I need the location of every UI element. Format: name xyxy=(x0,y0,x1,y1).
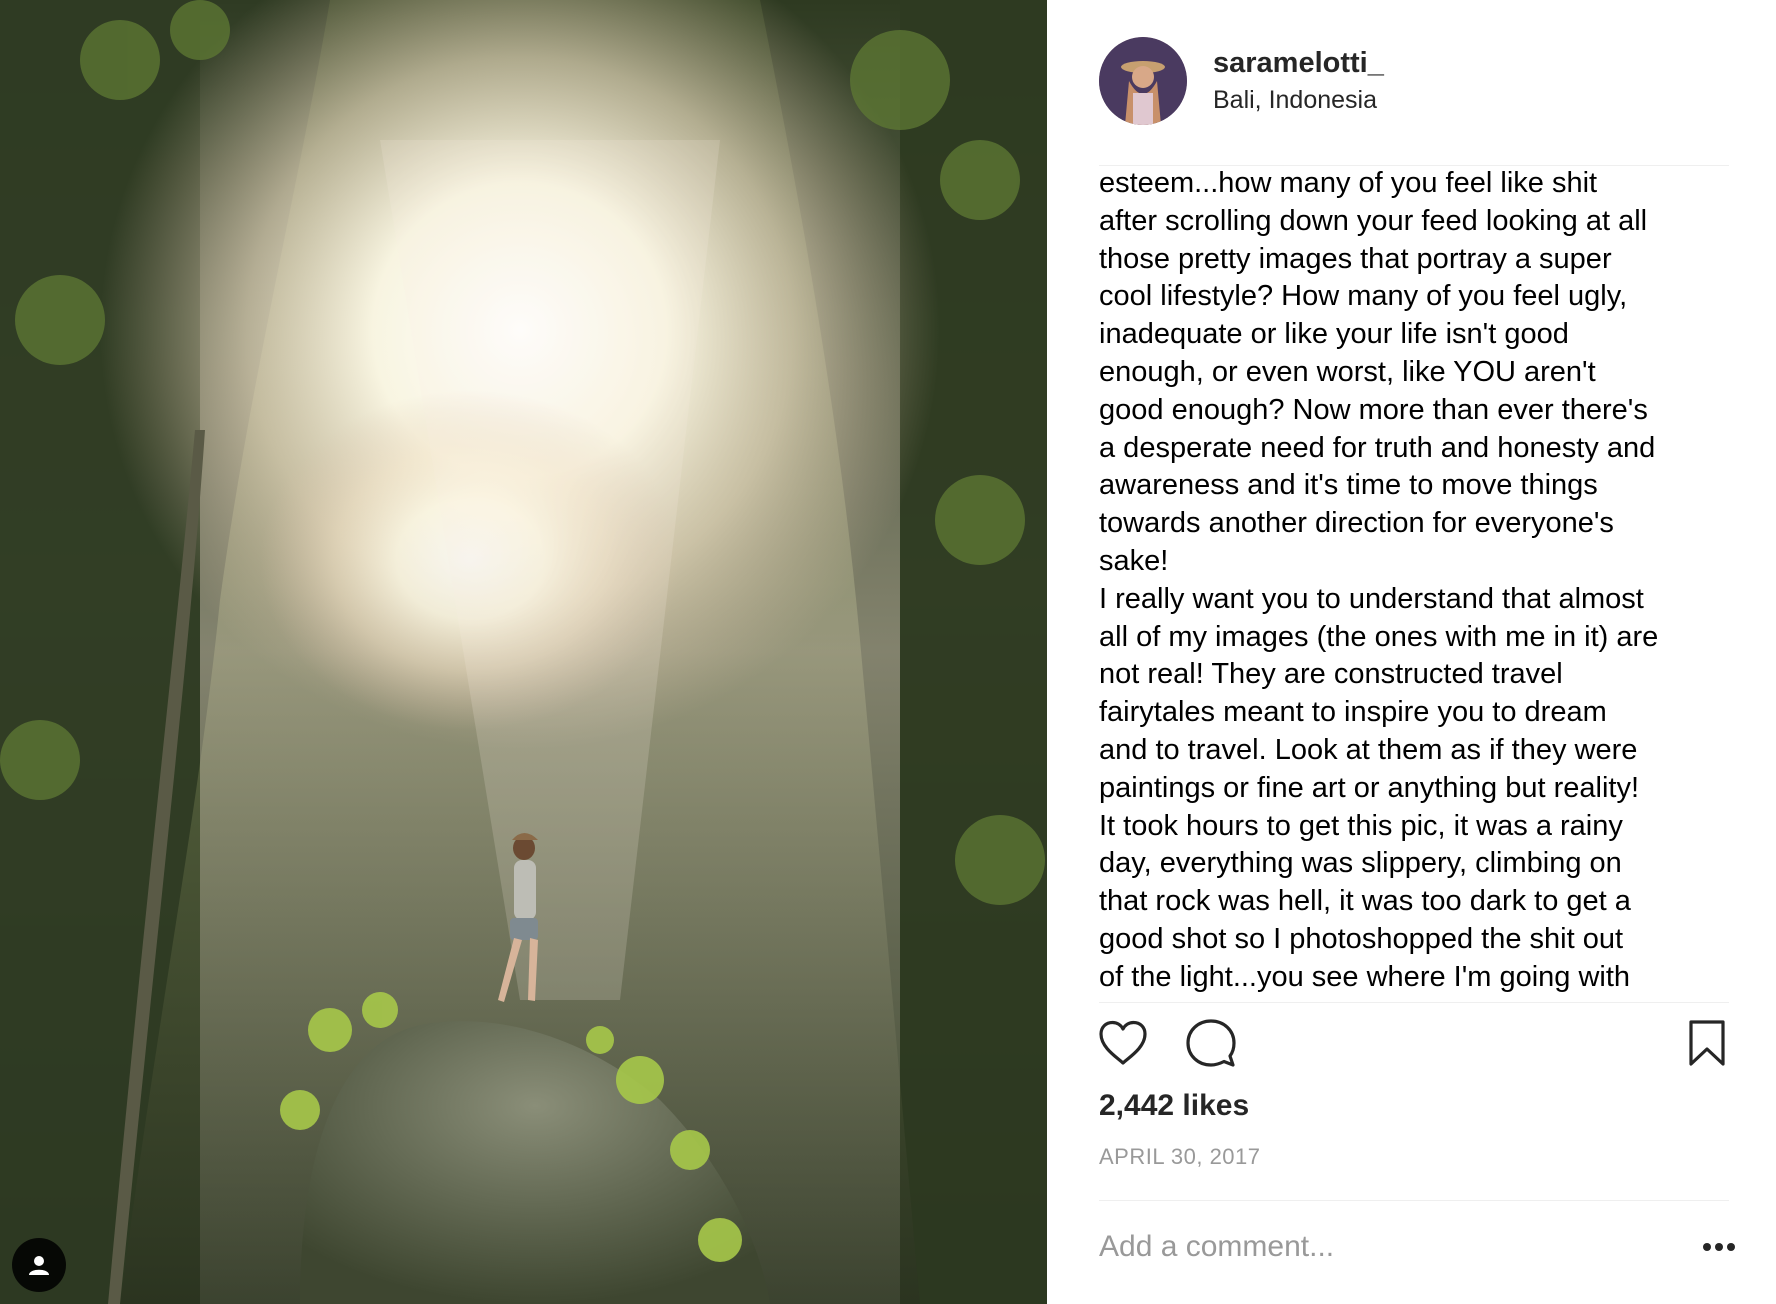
avatar-image xyxy=(1099,37,1187,125)
location-link[interactable]: Bali, Indonesia xyxy=(1213,83,1384,117)
like-button[interactable] xyxy=(1095,1015,1151,1071)
bookmark-icon xyxy=(1689,1020,1725,1066)
instagram-post: saramelotti_ Bali, Indonesia esteem...ho… xyxy=(0,0,1776,1304)
post-sidebar: saramelotti_ Bali, Indonesia esteem...ho… xyxy=(1047,0,1776,1304)
jungle-photo-illustration xyxy=(0,0,1047,1304)
likes-count[interactable]: 2,442 likes xyxy=(1099,1086,1249,1126)
caption-scroll-area[interactable]: esteem...how many of you feel like shit … xyxy=(1099,165,1739,995)
heart-icon xyxy=(1099,1020,1147,1065)
header-text: saramelotti_ Bali, Indonesia xyxy=(1213,45,1384,117)
comment-divider xyxy=(1099,1200,1729,1201)
user-tag-icon[interactable] xyxy=(12,1238,66,1292)
caption-divider xyxy=(1099,1002,1729,1003)
post-header: saramelotti_ Bali, Indonesia xyxy=(1099,36,1384,126)
comment-bubble-icon xyxy=(1186,1019,1236,1067)
post-photo[interactable] xyxy=(0,0,1047,1304)
more-options-icon xyxy=(1703,1243,1735,1251)
avatar[interactable] xyxy=(1099,37,1187,125)
comment-input[interactable] xyxy=(1099,1225,1689,1269)
comment-row xyxy=(1099,1222,1739,1272)
username-link[interactable]: saramelotti_ xyxy=(1213,45,1384,81)
action-bar xyxy=(1095,1015,1735,1071)
caption-text: esteem...how many of you feel like shit … xyxy=(1099,167,1659,993)
save-button[interactable] xyxy=(1679,1015,1735,1071)
comment-button[interactable] xyxy=(1183,1015,1239,1071)
user-silhouette-icon xyxy=(29,1256,49,1275)
more-options-button[interactable] xyxy=(1699,1227,1739,1267)
post-date: APRIL 30, 2017 xyxy=(1099,1144,1261,1169)
